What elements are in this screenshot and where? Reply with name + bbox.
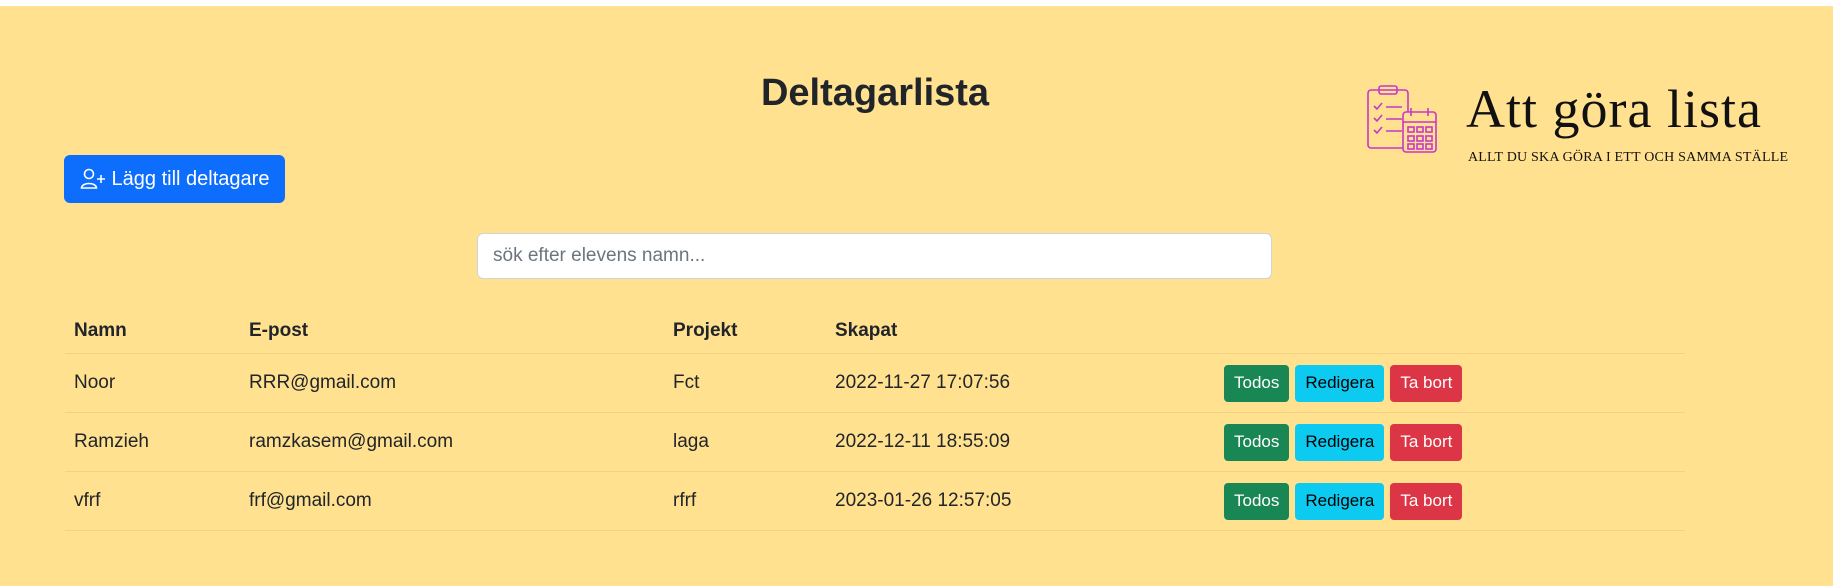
cell-email: frf@gmail.com (240, 471, 664, 531)
header-actions (1215, 308, 1685, 354)
cell-project: laga (664, 412, 826, 472)
cell-actions: Todos Redigera Ta bort (1215, 353, 1685, 413)
app-logo: Att göra lista ALLT DU SKA GÖRA I ETT OC… (1365, 79, 1825, 174)
cell-name: vfrf (65, 471, 240, 531)
header-name: Namn (65, 308, 240, 354)
edit-button[interactable]: Redigera (1295, 423, 1385, 461)
page-background: Deltagarlista Lägg till deltagare Att gö… (0, 6, 1833, 586)
add-participant-label: Lägg till deltagare (111, 167, 270, 190)
add-participant-button[interactable]: Lägg till deltagare (64, 155, 285, 203)
search-input[interactable] (477, 233, 1272, 279)
cell-name: Noor (65, 353, 240, 413)
delete-button[interactable]: Ta bort (1390, 482, 1463, 520)
cell-created: 2023-01-26 12:57:05 (826, 471, 1215, 531)
todos-button[interactable]: Todos (1224, 423, 1290, 461)
cell-project: rfrf (664, 471, 826, 531)
cell-email: ramzkasem@gmail.com (240, 412, 664, 472)
delete-button[interactable]: Ta bort (1390, 364, 1463, 402)
participants-table: Namn E-post Projekt Skapat Noor RRR@gmai… (65, 308, 1685, 531)
table-row: Noor RRR@gmail.com Fct 2022-11-27 17:07:… (65, 353, 1685, 413)
cell-created: 2022-12-11 18:55:09 (826, 412, 1215, 472)
header-project: Projekt (664, 308, 826, 354)
logo-subtitle: ALLT DU SKA GÖRA I ETT OCH SAMMA STÄLLE (1468, 150, 1789, 165)
person-plus-icon (80, 168, 105, 189)
cell-email: RRR@gmail.com (240, 353, 664, 413)
cell-project: Fct (664, 353, 826, 413)
edit-button[interactable]: Redigera (1295, 482, 1385, 520)
todos-button[interactable]: Todos (1224, 364, 1290, 402)
cell-actions: Todos Redigera Ta bort (1215, 471, 1685, 531)
delete-button[interactable]: Ta bort (1390, 423, 1463, 461)
table-row: vfrf frf@gmail.com rfrf 2023-01-26 12:57… (65, 471, 1685, 531)
cell-created: 2022-11-27 17:07:56 (826, 353, 1215, 413)
table-row: Ramzieh ramzkasem@gmail.com laga 2022-12… (65, 412, 1685, 472)
cell-actions: Todos Redigera Ta bort (1215, 412, 1685, 472)
edit-button[interactable]: Redigera (1295, 364, 1385, 402)
header-created: Skapat (826, 308, 1215, 354)
todos-button[interactable]: Todos (1224, 482, 1290, 520)
logo-title: Att göra lista (1466, 79, 1762, 139)
header-email: E-post (240, 308, 664, 354)
clipboard-calendar-icon (1367, 85, 1437, 153)
cell-name: Ramzieh (65, 412, 240, 472)
table-header-row: Namn E-post Projekt Skapat (65, 308, 1685, 354)
